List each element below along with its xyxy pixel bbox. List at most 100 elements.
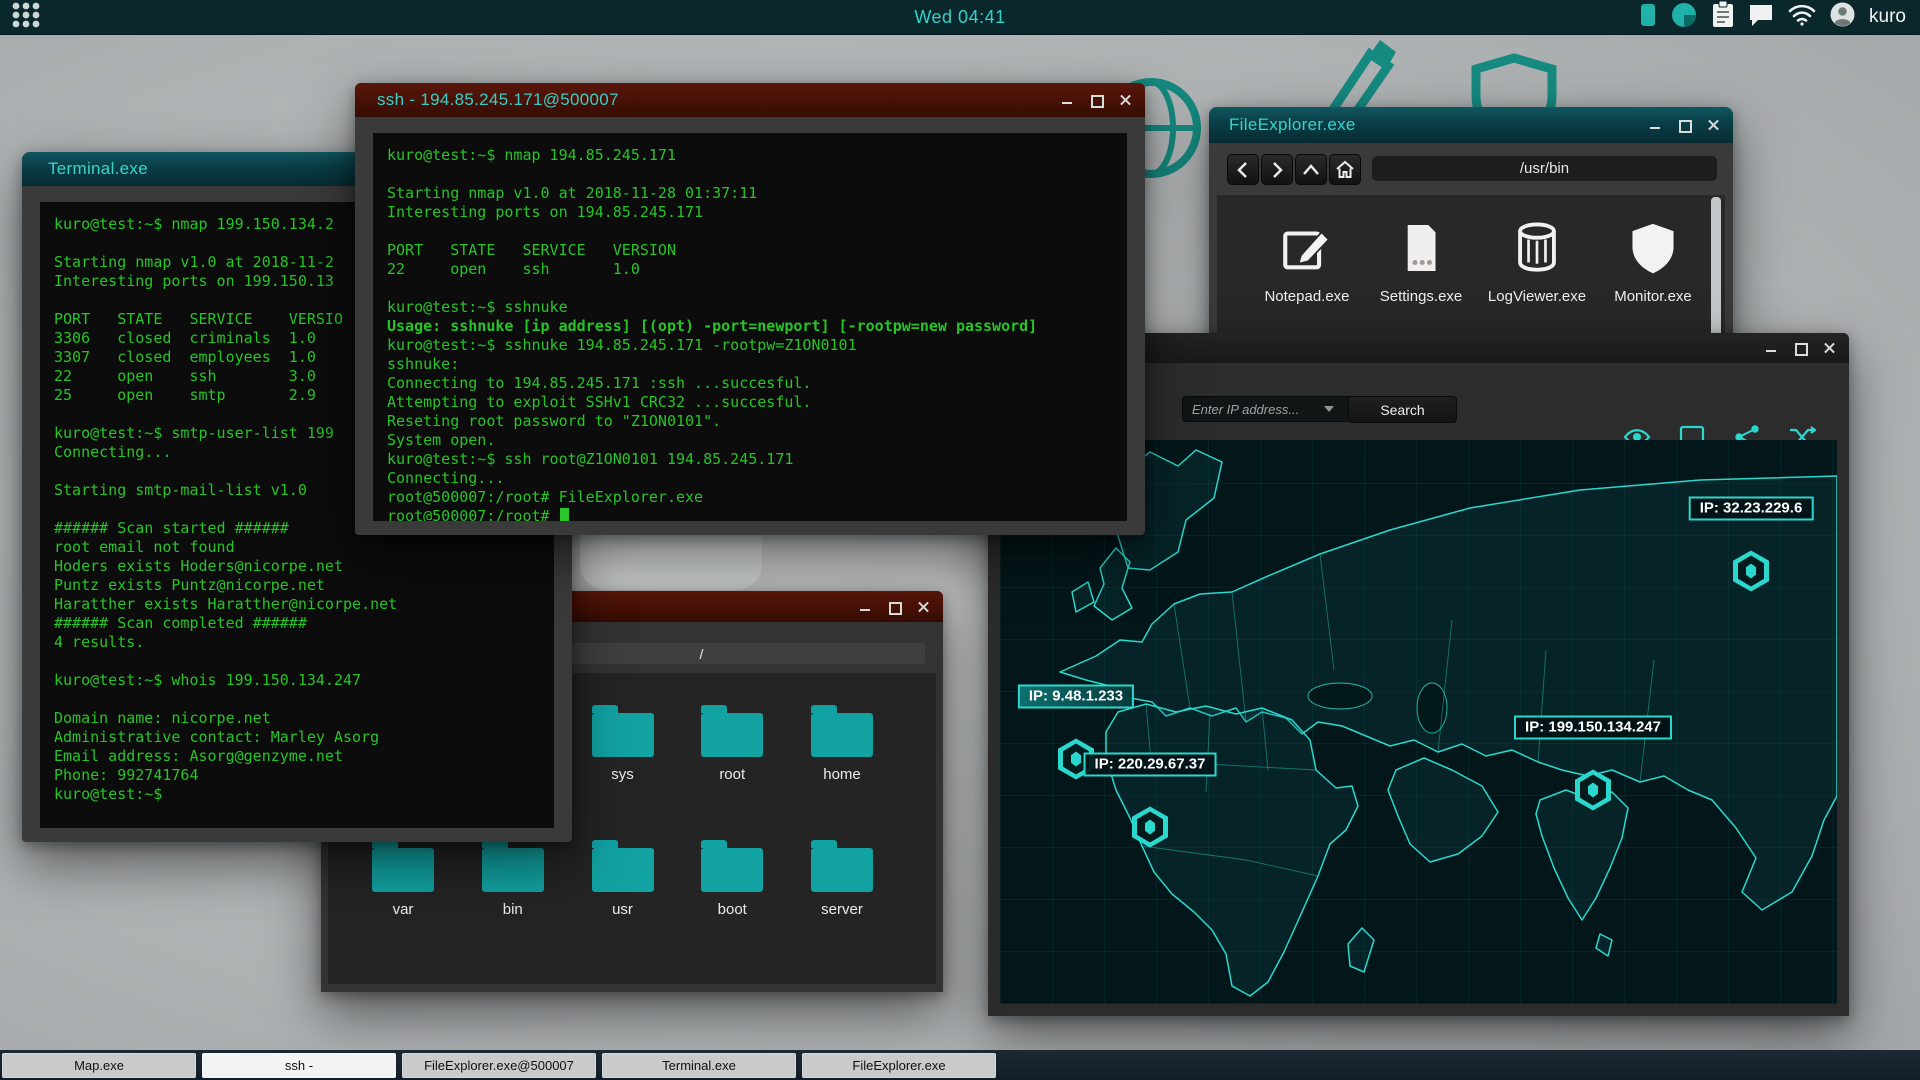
minimize-button[interactable] [857,599,873,615]
console-line: Reseting root password to "Z1ON0101". [387,412,722,430]
folder-label: boot [717,901,747,918]
address-bar[interactable]: /usr/bin [1372,156,1717,181]
console-line: Email address: Asorg@genzyme.net [54,747,343,765]
console-line: root@500007:/root# [387,507,1113,521]
maximize-button[interactable] [886,599,902,615]
close-button[interactable] [1117,92,1133,108]
notepad-icon [1278,231,1336,281]
username-label: kuro [1869,6,1906,27]
febin-toolbar: /usr/bin [1209,151,1733,189]
folder-icon [372,840,434,892]
console-line: Usage: sshnuke [ip address] [(opt) -port… [387,317,1038,335]
map-marker[interactable]: IP: 32.23.229.6 [1688,496,1814,592]
console-line: Connecting to 194.85.245.171 :ssh ...suc… [387,374,812,392]
folder-label: usr [612,901,633,918]
taskbar-item[interactable]: Map.exe [2,1052,196,1078]
node-hexagon-icon[interactable] [1132,806,1168,848]
folder-item-boot[interactable]: boot [687,838,777,918]
folder-item-home[interactable]: home [797,703,887,783]
text-cursor [559,508,569,521]
folder-item-bin[interactable]: bin [468,838,558,918]
close-button[interactable] [915,599,931,615]
folder-item-var[interactable]: var [358,838,448,918]
scrollbar[interactable] [1711,197,1721,347]
maximize-button[interactable] [1792,340,1808,356]
folder-icon [701,705,764,757]
folder-icon [591,705,654,757]
taskbar-item[interactable]: ssh - [202,1052,396,1078]
console-line: root@500007:/root# FileExplorer.exe [387,488,704,506]
up-button[interactable] [1295,154,1327,185]
node-hexagon-icon[interactable] [1733,550,1769,592]
app-item-monitor[interactable]: Monitor.exe [1601,219,1705,305]
minimize-button[interactable] [1647,117,1663,133]
ip-marker-label: IP: 199.150.134.247 [1514,715,1672,740]
file-explorer-bin-window: FileExplorer.exe /usr/bin Notepad.exe Se… [1209,107,1733,360]
battery-icon[interactable] [1640,2,1656,33]
app-label: Notepad.exe [1264,288,1350,305]
app-item-notepad[interactable]: Notepad.exe [1255,219,1359,305]
folder-label: home [823,766,861,783]
console-line: Puntz exists Puntz@nicorpe.net [54,576,325,594]
febin-titlebar[interactable]: FileExplorer.exe [1209,107,1733,143]
user-avatar-icon[interactable] [1830,2,1855,32]
chat-icon[interactable] [1748,3,1774,32]
console-line: kuro@test:~$ sshnuke [387,298,568,316]
taskbar-item[interactable]: Terminal.exe [602,1052,796,1078]
console-line: Starting nmap v1.0 at 2018-11-28 01:37:1… [387,184,758,202]
disk-usage-icon[interactable] [1670,1,1698,34]
folder-label: bin [502,901,523,918]
app-label: Monitor.exe [1614,288,1692,305]
ssh-title: ssh - 194.85.245.171@500007 [377,90,619,109]
app-item-settings[interactable]: Settings.exe [1369,219,1473,305]
logviewer-icon [1508,222,1566,281]
close-button[interactable] [1821,340,1837,356]
console-line: kuro@test:~$ whois 199.150.134.247 [54,671,362,689]
ssh-titlebar[interactable]: ssh - 194.85.245.171@500007 [355,83,1145,117]
console-line: Administrative contact: Marley Asorg [54,728,380,746]
ssh-console[interactable]: kuro@test:~$ nmap 194.85.245.171 Startin… [373,133,1127,521]
desktop: Wed 04:41 kuro FileExplorer.exe /usr/bin… [0,0,1920,1080]
home-button[interactable] [1329,154,1361,185]
settings-icon [1392,225,1450,281]
back-button[interactable] [1227,154,1259,185]
taskbar-item[interactable]: FileExplorer.exe [802,1052,996,1078]
folder-item-usr[interactable]: usr [578,838,668,918]
folder-item-sys[interactable]: sys [578,703,668,783]
folder-icon [591,840,654,892]
folder-icon [481,840,544,892]
ip-marker-label: IP: 32.23.229.6 [1688,496,1814,521]
taskbar: Map.exe ssh - FileExplorer.exe@500007 Termi… [0,1050,1920,1080]
folder-icon [811,705,873,757]
forward-button[interactable] [1261,154,1293,185]
console-line: kuro@test:~$ ssh root@Z1ON0101 194.85.24… [387,450,794,468]
maximize-button[interactable] [1676,117,1692,133]
app-label: Settings.exe [1379,288,1463,305]
minimize-button[interactable] [1763,340,1779,356]
folder-icon [811,840,873,892]
map-marker[interactable]: IP: 220.29.67.37 [1083,752,1217,848]
search-button[interactable]: Search [1348,396,1457,423]
clipboard-icon[interactable] [1712,0,1734,33]
console-line: kuro@test:~$ nmap 194.85.245.171 [387,146,676,164]
close-button[interactable] [1705,117,1721,133]
map-marker[interactable]: IP: 199.150.134.247 [1514,715,1672,811]
febin-title: FileExplorer.exe [1229,115,1356,134]
console-line: Attempting to exploit SSHv1 CRC32 ...suc… [387,393,812,411]
ip-search-input[interactable] [1182,396,1370,422]
app-item-logviewer[interactable]: LogViewer.exe [1485,219,1589,305]
folder-label: root [719,766,746,783]
folder-icon [701,840,764,892]
node-hexagon-icon[interactable] [1575,769,1611,811]
ssh-window: ssh - 194.85.245.171@500007 kuro@test:~$… [355,83,1145,535]
folder-item-root[interactable]: root [687,703,777,783]
taskbar-item[interactable]: FileExplorer.exe@500007 [402,1052,596,1078]
console-line: Domain name: nicorpe.net [54,709,271,727]
maximize-button[interactable] [1088,92,1104,108]
minimize-button[interactable] [1059,92,1075,108]
folder-item-server[interactable]: server [797,838,887,918]
wifi-icon[interactable] [1788,4,1816,31]
